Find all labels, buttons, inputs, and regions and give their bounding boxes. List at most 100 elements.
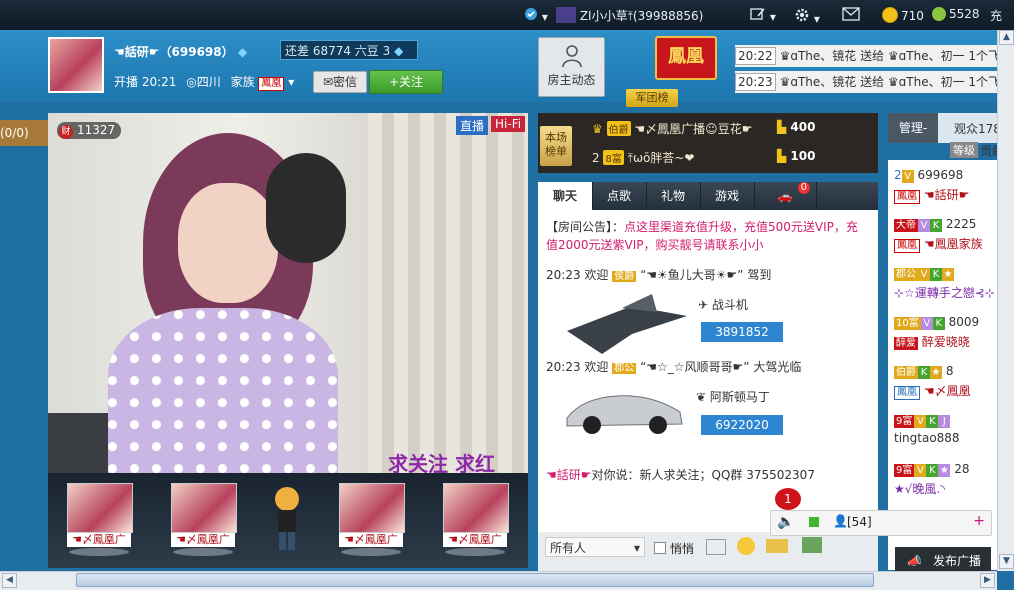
room-notice[interactable]: 【房间公告】：点这里渠道充值升级，充值500元送VIP，充	[546, 218, 858, 235]
live-video[interactable]	[48, 113, 528, 473]
host-meta: 开播 20:21 ◎四川 家族 鳳凰 ▾	[114, 75, 295, 91]
edit-icon[interactable]: ▾	[750, 7, 776, 24]
list-item-sub: tingtao888	[894, 431, 960, 445]
speaker-icon[interactable]: 🔈	[777, 514, 794, 530]
left-counter[interactable]: (0/0)	[0, 120, 48, 146]
gold-coin-icon	[882, 7, 898, 23]
tab-game[interactable]: 游戏	[700, 182, 755, 210]
jet-small-icon: ✈	[698, 298, 709, 312]
diamond-icon: ◆	[237, 45, 248, 59]
recipient-select[interactable]: 所有人 ▾	[545, 537, 645, 557]
status-green-icon[interactable]	[809, 517, 819, 527]
emoji-icon[interactable]	[737, 537, 755, 555]
settings-gear-icon[interactable]: ▾	[794, 7, 820, 26]
gift-box-icon[interactable]	[802, 537, 822, 553]
chat-message: ☚話研☛对你说：新人求关注；QQ群 375502307	[546, 468, 815, 482]
list-item-sub: 鳳凰 ☚〆鳳凰	[894, 382, 971, 400]
phoenix-family-emblem[interactable]: 鳳凰	[655, 36, 717, 80]
host-name: ☚話研☛（699698） ◆	[114, 45, 248, 59]
scroll-thumb[interactable]	[76, 573, 874, 587]
scroll-right-icon[interactable]: ▶	[980, 573, 995, 588]
vip-emoji-icon[interactable]	[766, 539, 788, 553]
fighter-jet-icon	[562, 286, 692, 356]
location-pin-icon: ◎	[186, 75, 197, 89]
manage-tab[interactable]: 管理-	[888, 113, 938, 143]
vertical-scrollbar[interactable]: ▲ ▼	[997, 30, 1014, 571]
fan-card[interactable]: ☚〆鳳凰广	[339, 483, 405, 558]
follow-button[interactable]: +关注	[369, 70, 443, 94]
add-plus-icon[interactable]: +	[973, 513, 985, 529]
level-diff-box: 还差 68774 六豆 3 ◆	[280, 40, 418, 60]
bean-icon	[932, 7, 946, 21]
chat-area[interactable]: 【房间公告】：点这里渠道充值升级，充值500元送VIP，充 值2000元送紫VI…	[538, 210, 878, 532]
tab-gift[interactable]: 礼物	[646, 182, 701, 210]
sort-by-level[interactable]: 等级	[950, 142, 978, 158]
room-notice-cont: 值2000元送紫VIP，购买靓号请联系小小	[546, 238, 764, 252]
fan-card[interactable]: ☚〆鳳凰广	[67, 483, 133, 558]
person-icon	[561, 45, 582, 68]
host-dynamics-button[interactable]: 房主动态	[538, 37, 605, 97]
audience-list[interactable]: 2V 699698 鳳凰 ☚話研☛ 大帝 V K 2225 鳳凰 ☚鳳凰家族 郡公 V…	[888, 160, 1014, 570]
family-badge[interactable]: 鳳凰	[258, 77, 285, 91]
list-item[interactable]: 2V 699698	[894, 168, 963, 183]
recharge-link[interactable]: 充	[990, 7, 1002, 24]
user-avatar-icon	[556, 7, 576, 23]
cartoon-doll-icon[interactable]	[269, 483, 305, 558]
chevron-down-icon[interactable]: ▾	[288, 75, 294, 89]
coins-counter[interactable]: 710	[882, 7, 924, 23]
font-icon[interactable]	[706, 539, 726, 555]
chat-line: 20:23 欢迎 侯爵 “☚☀鱼儿大哥☀☛” 驾到	[546, 268, 772, 282]
tab-song[interactable]: 点歌	[592, 182, 647, 210]
scroll-up-icon[interactable]: ▲	[999, 30, 1014, 45]
audience-count[interactable]: 观众178	[954, 120, 1001, 137]
rank-row[interactable]: 2 8富 ⤒ωō胖荅~❤ ▙ 100	[592, 149, 872, 166]
gold-stack-icon: ▙	[777, 120, 787, 134]
list-item[interactable]: 大帝 V K 2225	[894, 217, 976, 232]
gift-feed-row: 20:22 ♛ɑThe、镜花 送给 ♛ɑThe、初一 1个飞机	[735, 45, 1014, 67]
gold-stack-icon: ▙	[777, 149, 787, 163]
top-bar: ▾ ZI小小草⤒(39988856) ▾ ▾ 710 5528 充	[0, 0, 1014, 30]
fan-card[interactable]: ☚〆鳳凰广	[171, 483, 237, 558]
user-name: ZI小小草⤒(39988856)	[579, 9, 704, 23]
vip-icon: V	[901, 170, 914, 183]
list-item[interactable]: 郡公 V K ★	[894, 266, 954, 281]
scroll-left-icon[interactable]: ◀	[2, 573, 17, 588]
tab-car[interactable]: 🚗 0	[754, 182, 817, 210]
beans-counter[interactable]: 5528	[932, 7, 980, 21]
mail-icon[interactable]	[842, 7, 860, 24]
list-item-sub: ⊹☆運轉手之戀⊰⊹	[894, 286, 995, 300]
car-icon: 🚗	[777, 189, 793, 203]
army-rank-button[interactable]: 军团榜	[626, 89, 678, 107]
verified-icon[interactable]: ▾	[524, 7, 548, 24]
hifi-tag[interactable]: Hi-Fi	[491, 116, 526, 132]
fan-card[interactable]: ☚〆鳳凰广	[443, 483, 509, 558]
trophy-icon: ♛	[592, 122, 603, 136]
scroll-down-icon[interactable]: ▼	[999, 554, 1014, 569]
list-item[interactable]: 9富 V K ★ 28	[894, 462, 969, 477]
list-item[interactable]: 伯爵 K ★ 8	[894, 364, 953, 379]
list-item-sub: 醉爱 醉爱晓晓	[894, 335, 970, 350]
wealth-icon: 财	[59, 125, 73, 139]
vehicle-number: 6922020	[701, 415, 783, 435]
host-avatar[interactable]	[48, 37, 104, 93]
user-menu[interactable]: ZI小小草⤒(39988856)	[556, 7, 703, 24]
list-item-sub: 鳳凰 ☚話研☛	[894, 186, 969, 204]
person-icon[interactable]: 👤	[833, 514, 848, 528]
viewer-count: 财 11327	[57, 122, 122, 139]
rank-board-badge[interactable]: 本场榜单	[540, 126, 572, 166]
chevron-down-icon: ▾	[633, 541, 640, 555]
list-item-sub: 鳳凰 ☚鳳凰家族	[894, 235, 983, 253]
car-count-badge: 0	[797, 182, 810, 194]
list-item[interactable]: 10富 V K 8009	[894, 315, 979, 330]
list-item[interactable]: 9富 V K J	[894, 413, 951, 428]
envelope-icon: ✉	[322, 75, 334, 89]
whisper-checkbox[interactable]: 悄悄	[654, 540, 694, 557]
sports-car-icon	[562, 380, 687, 436]
private-message-button[interactable]: ✉密信	[313, 71, 367, 93]
chat-tabs: 聊天 点歌 礼物 游戏 🚗 0	[538, 182, 878, 210]
tab-chat[interactable]: 聊天	[538, 182, 593, 210]
chat-line: 20:23 欢迎 郡公 “☚☆_☆风顺哥哥☛” 大驾光临	[546, 360, 802, 374]
wings-logo-icon: ❦	[696, 390, 707, 404]
notification-bubble[interactable]: 1	[775, 488, 801, 510]
rank-row[interactable]: ♛ 伯爵 ☚〆鳳凰广播☺豆花☛ ▙ 400	[592, 120, 872, 137]
